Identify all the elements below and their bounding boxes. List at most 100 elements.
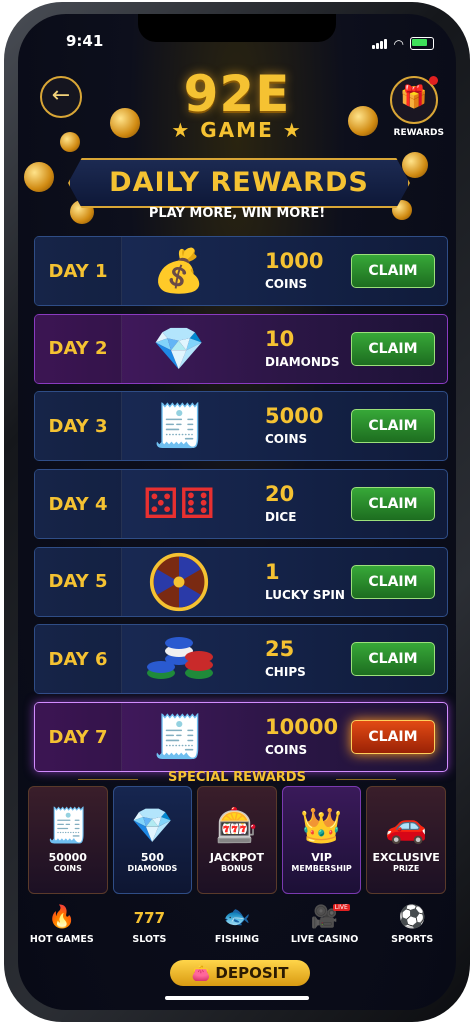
nav-fishing[interactable]: 🐟 FISHING — [193, 902, 281, 962]
notification-dot — [429, 76, 438, 85]
tile-line1: EXCLUSIVE — [372, 851, 440, 864]
treasure-chest-icon: 🧾 — [46, 806, 89, 846]
claim-button-day-7[interactable]: CLAIM — [351, 720, 435, 755]
claim-button-day-6[interactable]: CLAIM — [351, 642, 435, 677]
special-tile-jackpot[interactable]: 🎰 JACKPOT BONUS — [197, 786, 277, 894]
treasure-chest-icon: 🧾 — [152, 712, 206, 762]
treasure-chest-icon: 🧾 — [152, 401, 206, 451]
nav-slots[interactable]: 777 SLOTS — [106, 902, 194, 962]
tile-line1: JACKPOT — [209, 851, 265, 864]
wallet-icon: 👛 — [191, 964, 211, 982]
rewards-label: REWARDS — [393, 128, 444, 138]
reward-amount: 5000 — [265, 404, 324, 429]
reward-row-day-7: DAY 7 🧾 10000 COINS CLAIM — [34, 702, 448, 773]
sports-car-icon: 🚗 — [385, 806, 428, 846]
coin-stack-icon: 💰 — [152, 246, 206, 295]
special-tile-vip[interactable]: 👑 VIP MEMBERSHIP — [281, 786, 362, 894]
tile-line1: 50000 — [48, 851, 87, 864]
reward-unit: LUCKY SPIN — [265, 587, 345, 602]
fish-icon: 🐟 — [223, 905, 251, 930]
day-label: DAY 1 — [35, 237, 122, 305]
daily-rewards-list: DAY 1 💰 1000 COINS CLAIM DAY 2 💎 10 DIAM… — [34, 236, 448, 780]
daily-rewards-banner: DAILY REWARDS — [68, 158, 410, 208]
reward-amount: 1 — [265, 559, 280, 584]
live-badge: LIVE — [332, 904, 350, 911]
status-bar: 9:41 ◠ — [18, 14, 456, 58]
special-rewards-title: SPECIAL REWARDS — [168, 770, 306, 785]
slot-machine-icon: 🎰 — [215, 806, 259, 846]
claim-button-day-4[interactable]: CLAIM — [351, 487, 435, 522]
phone-frame: 9:41 ◠ ← 92E ★ GAME ★ 🎁 REWARDS DAILY RE… — [4, 2, 470, 1022]
nav-label: SLOTS — [132, 934, 167, 945]
notch — [138, 14, 336, 42]
reward-unit: COINS — [265, 432, 308, 447]
status-icons: ◠ — [371, 34, 434, 53]
reward-row-day-6: DAY 6 25 CHIPS CLAIM — [34, 624, 448, 695]
day-label: DAY 3 — [35, 392, 122, 461]
dice-icon: ⚄⚅ — [142, 479, 216, 529]
reward-amount: 25 — [265, 637, 295, 662]
battery-icon — [410, 37, 434, 50]
gift-icon: 🎁 — [400, 85, 428, 110]
nav-label: FISHING — [214, 934, 260, 945]
tile-line2: COINS — [53, 864, 82, 873]
nav-label: HOT GAMES — [29, 934, 94, 945]
claim-button-day-3[interactable]: CLAIM — [351, 409, 435, 444]
app-screen: 9:41 ◠ ← 92E ★ GAME ★ 🎁 REWARDS DAILY RE… — [18, 14, 456, 1010]
day-label: DAY 7 — [35, 703, 122, 772]
claim-button-day-2[interactable]: CLAIM — [351, 331, 435, 366]
coin-decoration — [402, 152, 428, 178]
diamond-pile-icon: 💎 — [131, 806, 174, 846]
reward-row-day-3: DAY 3 🧾 5000 COINS CLAIM — [34, 391, 448, 462]
nav-hot-games[interactable]: 🔥 HOT GAMES — [18, 902, 106, 962]
reward-amount: 10 — [265, 326, 295, 351]
deposit-button[interactable]: 👛 DEPOSIT — [170, 960, 310, 986]
lucky-wheel-icon — [139, 552, 219, 612]
reward-amount: 1000 — [265, 249, 324, 273]
signal-icon — [371, 34, 388, 53]
reward-row-day-2: DAY 2 💎 10 DIAMONDS CLAIM — [34, 313, 448, 384]
fire-icon: 🔥 — [48, 905, 76, 930]
day-label: DAY 6 — [35, 625, 122, 694]
tile-line1: 500 — [140, 851, 164, 864]
reward-row-day-1: DAY 1 💰 1000 COINS CLAIM — [34, 236, 448, 306]
rewards-button[interactable]: 🎁 — [390, 76, 438, 124]
reward-unit: COINS — [265, 277, 308, 291]
reward-unit: COINS — [265, 743, 308, 758]
wifi-icon: ◠ — [393, 36, 404, 51]
nav-live-casino[interactable]: 🎥 LIVE LIVE CASINO — [281, 902, 369, 962]
special-tile-prize[interactable]: 🚗 EXCLUSIVE PRIZE — [366, 786, 446, 894]
tile-line2: BONUS — [221, 864, 253, 873]
status-time: 9:41 — [66, 32, 104, 50]
chips-icon — [139, 629, 219, 689]
diamond-icon: 💎 — [152, 323, 206, 373]
reward-amount: 20 — [265, 482, 295, 507]
day-label: DAY 2 — [35, 314, 122, 383]
day-label: DAY 5 — [35, 547, 122, 616]
home-indicator[interactable] — [165, 996, 309, 1000]
deposit-label: DEPOSIT — [215, 964, 289, 982]
reward-amount: 10000 — [265, 715, 339, 740]
live-camera-icon: 🎥 — [310, 905, 339, 930]
nav-sports[interactable]: ⚽ SPORTS — [368, 902, 456, 962]
coin-decoration — [24, 162, 54, 192]
logo-sub: ★ GAME ★ — [171, 118, 303, 142]
soccer-ball-icon: ⚽ — [398, 905, 426, 930]
reward-unit: DICE — [265, 510, 297, 525]
tile-line1: VIP — [311, 851, 332, 864]
claim-button-day-5[interactable]: CLAIM — [351, 564, 435, 599]
reward-row-day-5: DAY 5 1 LUCKY SPIN CLAIM — [34, 546, 448, 617]
special-tile-diamonds[interactable]: 💎 500 DIAMONDS — [112, 786, 193, 894]
nav-label: LIVE CASINO — [290, 934, 359, 945]
tile-line2: DIAMONDS — [127, 864, 178, 873]
special-tile-coins[interactable]: 🧾 50000 COINS — [28, 786, 108, 894]
special-rewards-grid: 🧾 50000 COINS 💎 500 DIAMONDS 🎰 JACKPOT B… — [28, 786, 446, 894]
banner-subtitle: PLAY MORE, WIN MORE! — [148, 206, 326, 221]
slots-777-icon: 777 — [133, 909, 166, 927]
bottom-nav: 🔥 HOT GAMES 777 SLOTS 🐟 FISHING 🎥 LIVE L… — [18, 902, 456, 962]
claim-button-day-1[interactable]: CLAIM — [351, 254, 435, 288]
reward-row-day-4: DAY 4 ⚄⚅ 20 DICE CLAIM — [34, 469, 448, 540]
reward-unit: DIAMONDS — [265, 354, 340, 369]
nav-label: SPORTS — [391, 934, 434, 945]
vip-badge-icon: 👑 — [300, 806, 343, 846]
